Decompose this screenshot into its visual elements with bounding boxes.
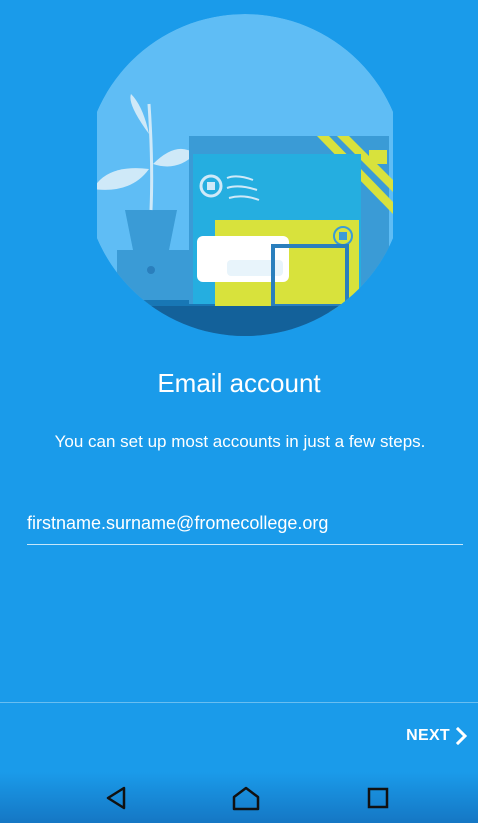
recents-square-icon — [367, 787, 389, 809]
back-triangle-icon — [106, 786, 126, 810]
email-setup-screen: Email account You can set up most accoun… — [0, 0, 478, 823]
chevron-right-icon — [456, 727, 468, 745]
mail-envelope-illustration-icon — [97, 14, 393, 336]
recents-button[interactable] — [360, 782, 396, 814]
footer-divider — [0, 702, 478, 703]
home-icon — [232, 786, 260, 811]
next-button-label: NEXT — [406, 727, 450, 744]
page-title: Email account — [157, 368, 321, 398]
back-button[interactable] — [98, 782, 134, 814]
email-input[interactable] — [27, 506, 463, 545]
page-subtitle: You can set up most accounts in just a f… — [54, 432, 426, 451]
home-button[interactable] — [228, 782, 264, 814]
navigation-bar — [0, 772, 478, 823]
next-button[interactable]: NEXT — [402, 718, 472, 754]
